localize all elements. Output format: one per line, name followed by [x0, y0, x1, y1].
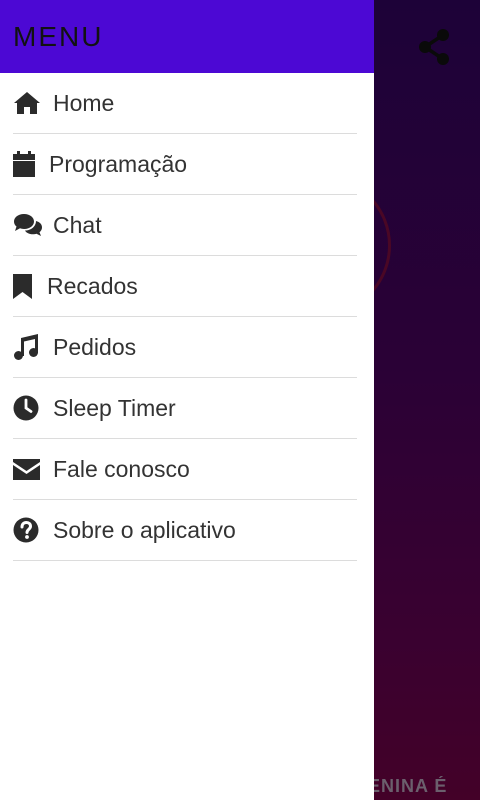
menu-item-recados[interactable]: Recados — [13, 256, 357, 317]
menu-item-label: Recados — [47, 272, 138, 299]
menu-item-label: Programação — [49, 150, 188, 177]
menu-item-label: Fale conosco — [53, 455, 190, 482]
menu-item-chat[interactable]: Chat — [13, 195, 357, 256]
menu-item-pedidos[interactable]: Pedidos — [13, 317, 357, 378]
menu-item-label: Chat — [53, 211, 102, 238]
menu-list: Home Programação Chat Recados Pedidos Sl… — [0, 73, 374, 561]
envelope-icon — [13, 455, 43, 483]
share-button[interactable] — [412, 24, 458, 70]
menu-item-label: Sleep Timer — [53, 394, 176, 421]
home-icon — [13, 89, 43, 117]
menu-item-fale-conosco[interactable]: Fale conosco — [13, 439, 357, 500]
background-partial-text: IENINA É — [362, 776, 448, 796]
menu-item-home[interactable]: Home — [13, 73, 357, 134]
question-circle-icon — [13, 516, 43, 544]
drawer-title: MENU — [13, 20, 104, 52]
menu-item-sleep-timer[interactable]: Sleep Timer — [13, 378, 357, 439]
bookmark-icon — [13, 272, 37, 300]
music-icon — [13, 333, 43, 361]
menu-item-label: Home — [53, 89, 115, 116]
clock-icon — [13, 394, 43, 422]
calendar-icon — [13, 150, 39, 178]
menu-item-label: Pedidos — [53, 333, 137, 360]
navigation-drawer: MENU Home Programação Chat Recados Pedid… — [0, 0, 374, 800]
chat-icon — [13, 211, 43, 239]
share-icon — [419, 29, 449, 65]
drawer-header: MENU — [0, 0, 374, 73]
menu-item-label: Sobre o aplicativo — [53, 516, 236, 543]
menu-item-programacao[interactable]: Programação — [13, 134, 357, 195]
menu-item-sobre[interactable]: Sobre o aplicativo — [13, 500, 357, 561]
